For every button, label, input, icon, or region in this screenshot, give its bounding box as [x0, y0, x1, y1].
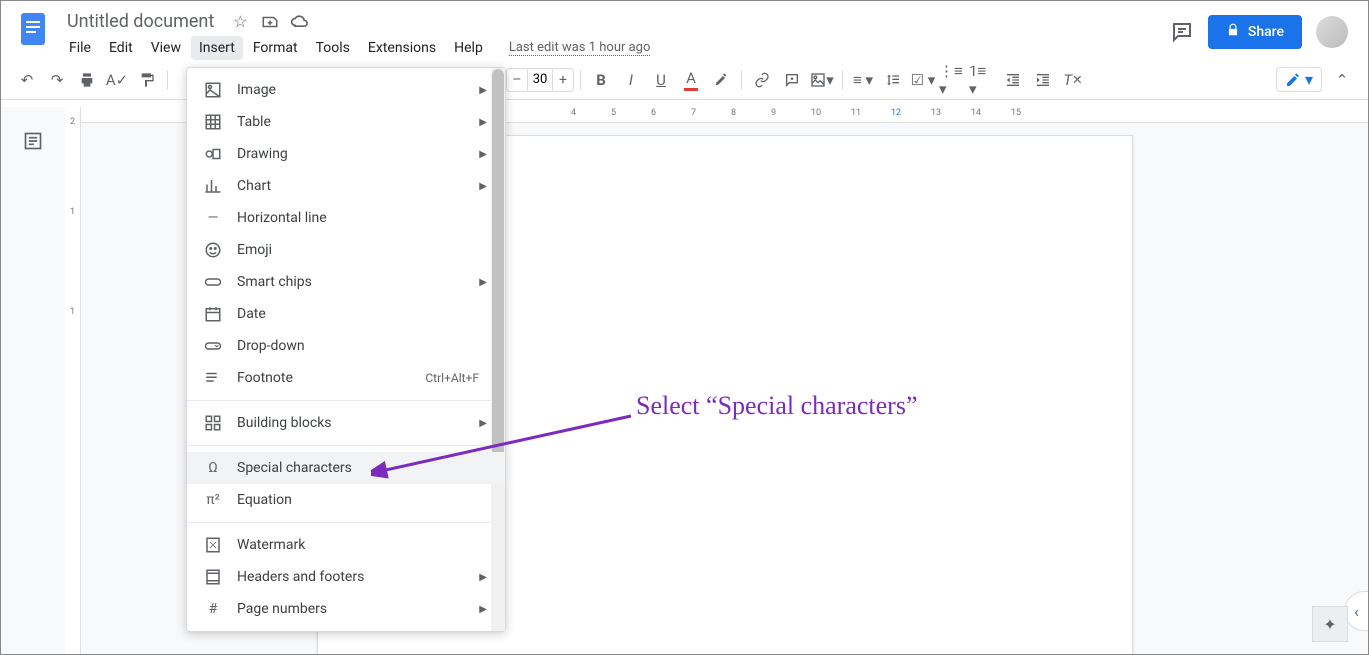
- comment-history-icon[interactable]: [1170, 20, 1194, 44]
- vertical-ruler: 2 1 1: [65, 107, 81, 654]
- print-button[interactable]: [73, 66, 101, 94]
- chevron-right-icon: ▶: [479, 572, 487, 583]
- pi-icon: π²: [203, 490, 223, 510]
- docs-logo[interactable]: [13, 9, 53, 49]
- chart-icon: [203, 176, 223, 196]
- underline-button[interactable]: U: [647, 66, 675, 94]
- menu-file[interactable]: File: [61, 36, 99, 60]
- horizontal-line-icon: —: [203, 208, 223, 228]
- menu-item-horizontal-line[interactable]: — Horizontal line: [187, 202, 505, 234]
- add-comment-button[interactable]: [778, 66, 806, 94]
- dropdown-icon: [203, 336, 223, 356]
- font-size-increase[interactable]: +: [553, 72, 573, 88]
- text-color-button[interactable]: A: [677, 66, 705, 94]
- annotation-text: Select “Special characters”: [636, 391, 918, 421]
- smart-chips-icon: [203, 272, 223, 292]
- account-avatar[interactable]: [1316, 16, 1348, 48]
- menubar: File Edit View Insert Format Tools Exten…: [61, 36, 1170, 60]
- cloud-status-icon[interactable]: [290, 12, 310, 32]
- font-size-value[interactable]: 30: [527, 69, 553, 91]
- insert-menu-dropdown: Image ▶ Table ▶ Drawing ▶ Chart ▶ — Hori…: [186, 67, 506, 632]
- omega-icon: Ω: [203, 458, 223, 478]
- editing-mode-button[interactable]: ▾: [1276, 67, 1322, 92]
- insert-link-button[interactable]: [748, 66, 776, 94]
- decrease-indent-button[interactable]: [999, 66, 1027, 94]
- share-label: Share: [1248, 24, 1284, 40]
- page-numbers-icon: #: [203, 599, 223, 619]
- headers-footers-icon: [203, 567, 223, 587]
- menu-item-smart-chips[interactable]: Smart chips ▶: [187, 266, 505, 298]
- move-icon[interactable]: [260, 12, 280, 32]
- image-icon: [203, 80, 223, 100]
- menu-edit[interactable]: Edit: [101, 36, 141, 60]
- line-spacing-button[interactable]: [879, 66, 907, 94]
- menu-item-image[interactable]: Image ▶: [187, 74, 505, 106]
- menu-item-headers-footers[interactable]: Headers and footers ▶: [187, 561, 505, 593]
- menu-item-equation[interactable]: π² Equation: [187, 484, 505, 516]
- chevron-right-icon: ▶: [479, 85, 487, 96]
- menu-item-emoji[interactable]: Emoji: [187, 234, 505, 266]
- last-edit-link[interactable]: Last edit was 1 hour ago: [509, 40, 651, 56]
- spellcheck-button[interactable]: A✓: [103, 66, 131, 94]
- align-button[interactable]: ≡ ▾: [849, 66, 877, 94]
- menu-item-watermark[interactable]: Watermark: [187, 529, 505, 561]
- share-button[interactable]: Share: [1208, 15, 1302, 49]
- menu-item-drawing[interactable]: Drawing ▶: [187, 138, 505, 170]
- doc-title[interactable]: Untitled document: [61, 9, 220, 34]
- highlight-button[interactable]: [707, 66, 735, 94]
- menu-item-footnote[interactable]: Footnote Ctrl+Alt+F: [187, 362, 505, 394]
- watermark-icon: [203, 535, 223, 555]
- numbered-list-button[interactable]: 1≡ ▾: [969, 66, 997, 94]
- menu-view[interactable]: View: [143, 36, 189, 60]
- star-icon[interactable]: ☆: [230, 12, 250, 32]
- undo-button[interactable]: ↶: [13, 66, 41, 94]
- bold-button[interactable]: B: [587, 66, 615, 94]
- checklist-button[interactable]: ☑ ▾: [909, 66, 937, 94]
- emoji-icon: [203, 240, 223, 260]
- chevron-right-icon: ▶: [479, 277, 487, 288]
- chevron-right-icon: ▶: [479, 117, 487, 128]
- chevron-right-icon: ▶: [479, 604, 487, 615]
- chevron-right-icon: ▶: [479, 149, 487, 160]
- menu-item-chart[interactable]: Chart ▶: [187, 170, 505, 202]
- chevron-right-icon: ▶: [479, 181, 487, 192]
- explore-button[interactable]: ✦: [1312, 606, 1348, 642]
- menu-help[interactable]: Help: [446, 36, 491, 60]
- menu-insert[interactable]: Insert: [191, 36, 243, 60]
- menu-item-date[interactable]: Date: [187, 298, 505, 330]
- lock-icon: [1226, 23, 1240, 41]
- table-icon: [203, 112, 223, 132]
- insert-image-button[interactable]: ▾: [808, 66, 836, 94]
- font-size-stepper[interactable]: – 30 +: [506, 68, 574, 92]
- increase-indent-button[interactable]: [1029, 66, 1057, 94]
- menu-extensions[interactable]: Extensions: [360, 36, 444, 60]
- footnote-icon: [203, 368, 223, 388]
- building-blocks-icon: [203, 413, 223, 433]
- menu-tools[interactable]: Tools: [308, 36, 358, 60]
- italic-button[interactable]: I: [617, 66, 645, 94]
- hide-menus-button[interactable]: ⌃: [1328, 66, 1356, 94]
- clear-formatting-button[interactable]: T✕: [1059, 66, 1087, 94]
- bulleted-list-button[interactable]: ⋮≡ ▾: [939, 66, 967, 94]
- menu-item-dropdown[interactable]: Drop-down: [187, 330, 505, 362]
- font-size-decrease[interactable]: –: [507, 72, 527, 88]
- paint-format-button[interactable]: [133, 66, 161, 94]
- menu-format[interactable]: Format: [245, 36, 306, 60]
- redo-button[interactable]: ↷: [43, 66, 71, 94]
- menu-item-page-numbers[interactable]: # Page numbers ▶: [187, 593, 505, 625]
- annotation-arrow: [371, 406, 641, 486]
- menu-item-table[interactable]: Table ▶: [187, 106, 505, 138]
- date-icon: [203, 304, 223, 324]
- outline-toggle-button[interactable]: [15, 123, 51, 159]
- drawing-icon: [203, 144, 223, 164]
